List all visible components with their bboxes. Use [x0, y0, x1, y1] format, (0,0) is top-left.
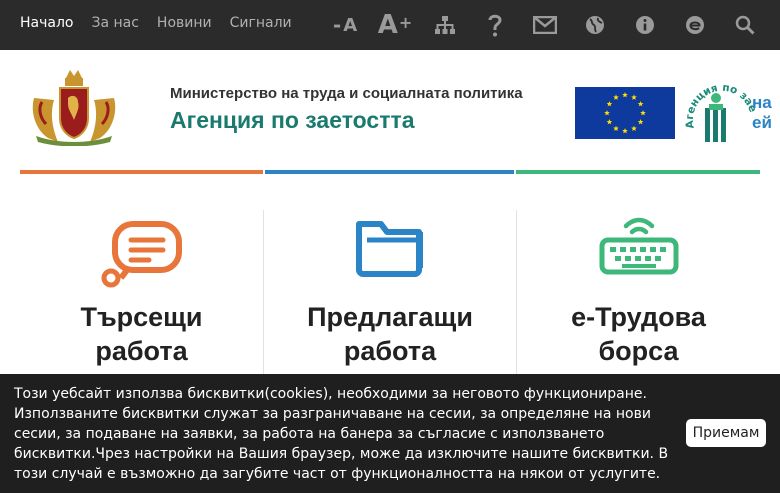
- service-title-2: Предлагащи работа: [264, 300, 516, 368]
- logo-side-text-1: на: [752, 93, 772, 112]
- ministry-name: Министерство на труда и социалната полит…: [170, 85, 523, 102]
- service-title-2-line-1: Предлагащи: [307, 302, 473, 332]
- eu-star: [631, 94, 637, 100]
- eu-star: [640, 110, 646, 116]
- font-increase-sign: +: [398, 12, 413, 32]
- eu-star: [613, 125, 619, 132]
- service-title-3: е-Трудова борса: [517, 300, 760, 368]
- nav-item-news[interactable]: Новини: [157, 15, 212, 31]
- site-header: Министерство на труда и социалната полит…: [0, 50, 780, 175]
- service-title-2-line-2: работа: [343, 336, 437, 366]
- sitemap-icon[interactable]: [420, 8, 470, 42]
- accent-strip-orange: [20, 170, 263, 174]
- globe-icon[interactable]: [570, 8, 620, 42]
- service-title-1-line-2: работа: [95, 336, 188, 366]
- e-services-icon[interactable]: [670, 8, 720, 42]
- info-icon[interactable]: [620, 8, 670, 42]
- top-bar: Начало За нас Новини Сигнали -A A +: [0, 0, 780, 50]
- eu-star: [631, 125, 637, 132]
- search-icon[interactable]: [720, 8, 770, 42]
- eu-flag-icon: [575, 87, 675, 139]
- accent-strip-green: [516, 170, 760, 174]
- logo-side-text-2: ей: [752, 113, 772, 132]
- chat-bubble-icon: [97, 212, 187, 297]
- accept-cookies-button[interactable]: Приемам: [686, 419, 766, 447]
- service-title-3-line-1: е-Трудова: [571, 302, 706, 332]
- main-nav: Начало За нас Новини Сигнали: [20, 15, 292, 31]
- cookie-message: Този уебсайт използва бисквитки(cookies)…: [14, 386, 669, 482]
- service-title-3-line-2: борса: [598, 336, 679, 366]
- service-title-1: Търсещи работа: [20, 300, 263, 368]
- mail-icon[interactable]: [520, 8, 570, 42]
- service-columns: Търсещи работа Предлагащи работа е-Трудо…: [20, 210, 760, 390]
- accessibility-toolbar: -A A +: [320, 8, 770, 42]
- eu-star: [637, 101, 644, 107]
- coat-of-arms-icon[interactable]: [28, 68, 120, 147]
- agency-name[interactable]: Агенция по заетостта: [170, 107, 415, 134]
- eu-star: [637, 119, 644, 125]
- employment-agency-logo[interactable]: Агенция по заетостта на ей: [680, 68, 780, 150]
- eu-star: [622, 128, 628, 134]
- nav-item-signals[interactable]: Сигнали: [230, 15, 292, 31]
- font-decrease-letter: A: [343, 14, 358, 36]
- service-job-seekers[interactable]: Търсещи работа: [20, 210, 263, 390]
- help-icon[interactable]: [470, 8, 520, 42]
- font-increase-icon[interactable]: A +: [370, 8, 420, 42]
- accent-strip-blue: [265, 170, 514, 174]
- eu-star: [613, 94, 619, 100]
- service-e-labour-exchange[interactable]: е-Трудова борса: [516, 210, 760, 390]
- service-title-1-line-1: Търсещи: [80, 302, 203, 332]
- font-decrease-sign: -: [332, 13, 342, 37]
- eu-star: [606, 101, 613, 107]
- service-employers[interactable]: Предлагащи работа: [263, 210, 516, 390]
- folder-icon: [345, 212, 435, 297]
- nav-item-about[interactable]: За нас: [91, 15, 138, 31]
- keyboard-icon: [594, 212, 684, 297]
- eu-star: [604, 110, 610, 116]
- eu-star: [606, 119, 613, 125]
- font-decrease-icon[interactable]: -A: [320, 8, 370, 42]
- eu-star: [622, 92, 628, 98]
- font-increase-letter: A: [377, 10, 398, 40]
- nav-item-home[interactable]: Начало: [20, 15, 73, 31]
- cookie-banner: Този уебсайт използва бисквитки(cookies)…: [0, 374, 780, 493]
